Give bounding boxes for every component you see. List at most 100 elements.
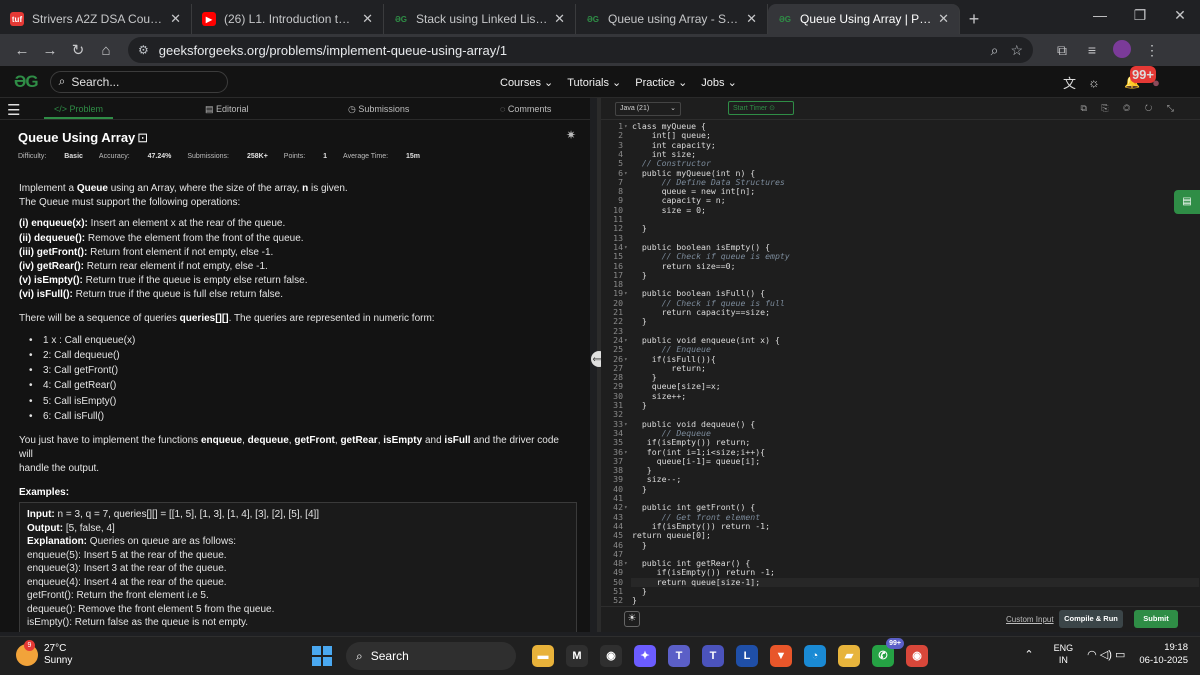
url-field[interactable]: ⚙ geeksforgeeks.org/problems/implement-q…: [128, 37, 1033, 63]
theme-bulb-icon[interactable]: ☀: [624, 611, 640, 627]
profile-avatar[interactable]: [1107, 39, 1137, 61]
fold-arrow-icon[interactable]: ▾: [624, 448, 628, 457]
file-explorer-icon[interactable]: ▬: [532, 645, 554, 667]
language-indicator[interactable]: ENG IN: [1054, 642, 1074, 666]
clock[interactable]: 19:18 06-10-2025: [1139, 641, 1188, 667]
youtube-icon: ▶: [202, 12, 216, 26]
l-app-icon[interactable]: L: [736, 645, 758, 667]
text: using an Array, where the size of the ar…: [107, 183, 303, 194]
url-text[interactable]: geeksforgeeks.org/problems/implement-que…: [159, 43, 979, 58]
meta-label: Average Time:: [343, 153, 389, 160]
fold-arrow-icon[interactable]: ▾: [624, 243, 628, 252]
code-area[interactable]: 1 ▾ class myQueue {2 int[] queue; 3 int cap…: [601, 120, 1200, 606]
text: and: [422, 434, 445, 446]
nav-practice[interactable]: Practice ⌄: [635, 76, 687, 89]
fold-arrow-icon[interactable]: ▾: [624, 169, 628, 178]
fold-arrow-icon[interactable]: ▾: [624, 355, 628, 364]
nav-jobs[interactable]: Jobs ⌄: [701, 76, 737, 89]
browser-tab[interactable]: tuf Strivers A2Z DSA Course/Sheet ✕: [0, 4, 192, 34]
compile-run-button[interactable]: Compile & Run: [1059, 610, 1123, 628]
language-select[interactable]: Java (21) ⌄: [615, 102, 681, 116]
back-icon[interactable]: ←: [8, 42, 36, 59]
code-line: }: [632, 269, 647, 280]
home-icon[interactable]: ⌂: [92, 42, 120, 59]
site-settings-icon[interactable]: ⚙: [138, 43, 149, 57]
tray-overflow-icon[interactable]: ⌃: [1024, 648, 1033, 661]
windows-start-icon[interactable]: [312, 646, 332, 666]
report-bug-icon[interactable]: ✷: [566, 128, 576, 142]
tab-problem[interactable]: </> Problem: [43, 104, 114, 119]
example-line: dequeue(): Remove the front element 5 fr…: [27, 603, 275, 615]
teams-icon[interactable]: T: [668, 645, 690, 667]
zoom-icon[interactable]: ⌕: [991, 42, 999, 59]
translate-icon[interactable]: 文: [1063, 73, 1076, 92]
system-tray: ⌃ ENG IN ◠ ◁) ▭ 19:18 06-10-2025: [1024, 641, 1188, 667]
whatsapp-icon[interactable]: ✆ 99+: [872, 638, 904, 667]
fold-arrow-icon[interactable]: ▾: [624, 122, 628, 131]
extensions-icon[interactable]: ⧉: [1047, 42, 1077, 59]
custom-input-link[interactable]: Custom Input: [1006, 615, 1054, 624]
tab-title: Queue Using Array | Practice | G: [800, 12, 932, 26]
text: isFull: [444, 434, 471, 446]
meta-value: 1: [323, 153, 328, 160]
start-timer-button[interactable]: Start Timer ⊙: [728, 101, 794, 115]
edge-icon[interactable]: ◔: [804, 645, 826, 667]
reload-icon[interactable]: ↻: [64, 41, 92, 59]
screen: tuf Strivers A2Z DSA Course/Sheet ✕ ▶ (2…: [0, 0, 1200, 675]
close-window-icon[interactable]: ✕: [1160, 0, 1200, 30]
submit-button[interactable]: Submit: [1134, 610, 1178, 628]
fold-arrow-icon[interactable]: ▾: [624, 503, 628, 512]
taskbar-search[interactable]: ⌕ Search: [346, 642, 516, 670]
network-volume-battery-icons[interactable]: ◠ ◁) ▭: [1087, 648, 1125, 661]
folder-icon[interactable]: ▰: [838, 645, 860, 667]
fold-arrow-icon[interactable]: ▾: [624, 559, 628, 568]
list-item: 2: Call dequeue(): [19, 349, 574, 364]
example-line: enqueue(4): Insert 4 at the rear of the …: [27, 576, 227, 588]
weather-widget[interactable]: 9 27°C Sunny: [16, 640, 72, 667]
media-icon[interactable]: ≡: [1077, 42, 1107, 58]
close-tab-icon[interactable]: ✕: [554, 11, 565, 27]
weather-badge: 9: [24, 640, 35, 651]
close-tab-icon[interactable]: ✕: [938, 11, 949, 27]
forward-icon[interactable]: →: [36, 42, 64, 59]
site-search-input[interactable]: ⌕ Search...: [49, 70, 228, 93]
code-line: }: [632, 595, 637, 606]
brave-icon[interactable]: ▼: [770, 645, 792, 667]
close-tab-icon[interactable]: ✕: [746, 11, 757, 27]
chrome-active-icon[interactable]: ◉: [906, 645, 928, 667]
bookmark-star-icon[interactable]: ☆: [1010, 42, 1023, 59]
gfg-logo[interactable]: ƏG: [14, 72, 39, 92]
close-tab-icon[interactable]: ✕: [170, 11, 181, 27]
chat-icon[interactable]: ▤: [1174, 190, 1200, 214]
more-menu-icon[interactable]: ⋮: [1137, 42, 1167, 59]
browser-tab[interactable]: ƏG Stack using Linked List | Practic ✕: [384, 4, 576, 34]
fold-arrow-icon[interactable]: ▾: [624, 336, 628, 345]
chrome-icon[interactable]: ◉: [600, 645, 622, 667]
teams-work-icon[interactable]: T: [702, 645, 724, 667]
restore-icon[interactable]: ❐: [1120, 0, 1160, 30]
theme-toggle-icon[interactable]: ☼: [1088, 75, 1100, 90]
nav-courses[interactable]: Courses ⌄: [500, 76, 553, 89]
tab-submissions[interactable]: ◷ Submissions: [348, 104, 409, 115]
browser-tab[interactable]: ▶ (26) L1. Introduction to Stack an ✕: [192, 4, 384, 34]
gfg-icon: ƏG: [394, 14, 408, 24]
close-tab-icon[interactable]: ✕: [362, 11, 373, 27]
hamburger-icon[interactable]: ☰: [7, 101, 20, 119]
fold-arrow-icon[interactable]: ▾: [624, 420, 628, 429]
example-line: isEmpty(): Return false as the queue is …: [27, 617, 249, 628]
value: [5, false, 4]: [63, 522, 115, 534]
bookmark-icon[interactable]: ⊡: [137, 130, 148, 145]
tab-comments[interactable]: ◌ Comments: [500, 104, 551, 114]
browser-tab-active[interactable]: ƏG Queue Using Array | Practice | G ✕: [768, 4, 960, 34]
fold-arrow-icon[interactable]: ▾: [624, 289, 628, 298]
gmail-icon[interactable]: M: [566, 645, 588, 667]
editor-tool-icons[interactable]: ⧉ ⎘ ◎ ↻ ⤡: [1080, 103, 1180, 114]
copilot-icon[interactable]: ✦: [634, 645, 656, 667]
nav-tutorials[interactable]: Tutorials ⌄: [567, 76, 621, 89]
examples-heading: Examples:: [19, 486, 574, 500]
notification-bell-icon[interactable]: 🔔99+: [1112, 66, 1157, 90]
browser-tab[interactable]: ƏG Queue using Array - Simple Imp ✕: [576, 4, 768, 34]
new-tab-button[interactable]: +: [960, 4, 988, 34]
minimize-icon[interactable]: —: [1080, 0, 1120, 30]
tab-editorial[interactable]: ▤ Editorial: [205, 104, 249, 115]
